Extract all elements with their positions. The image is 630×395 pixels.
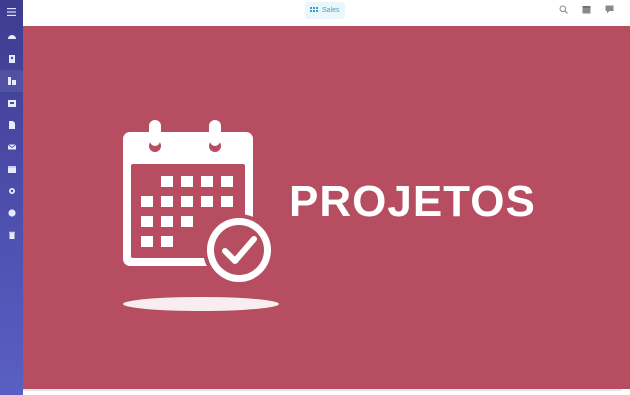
sidebar-item-reports[interactable] <box>0 70 23 92</box>
sidebar-item-projects[interactable] <box>0 92 23 114</box>
apps-grid-icon <box>310 7 318 12</box>
sidebar-item-calendar[interactable] <box>0 158 23 180</box>
top-bar: Sales <box>23 0 630 22</box>
chat-icon[interactable] <box>605 5 614 14</box>
projects-icon <box>7 100 16 107</box>
documents-icon <box>8 121 15 129</box>
sidebar-item-trash[interactable] <box>0 224 23 246</box>
sidebar-item-documents[interactable] <box>0 114 23 136</box>
sidebar-toggle[interactable] <box>0 0 23 23</box>
contacts-icon <box>8 55 15 63</box>
sidebar-item-contacts[interactable] <box>0 48 23 70</box>
sidebar-item-help[interactable] <box>0 202 23 224</box>
app-label: Sales <box>322 7 340 14</box>
sidebar <box>0 0 23 395</box>
hamburger-icon <box>7 7 16 16</box>
sidebar-item-dashboard[interactable] <box>0 26 23 48</box>
projects-banner: PROJETOS <box>23 26 630 389</box>
apps-switcher[interactable]: Sales <box>305 2 345 19</box>
help-icon <box>7 209 16 217</box>
dashboard-icon <box>7 35 16 39</box>
sidebar-item-mail[interactable] <box>0 136 23 158</box>
calendar-check-icon <box>123 120 279 311</box>
banner-title: PROJETOS <box>289 177 536 226</box>
scroll-divider <box>23 389 622 391</box>
mail-icon <box>7 144 16 150</box>
calendar-icon <box>7 166 16 173</box>
calendar-icon[interactable] <box>582 5 591 14</box>
search-icon[interactable] <box>559 5 568 14</box>
sidebar-item-settings[interactable] <box>0 180 23 202</box>
trash-icon <box>8 231 15 239</box>
settings-icon <box>8 188 15 194</box>
reports-icon <box>7 77 16 85</box>
